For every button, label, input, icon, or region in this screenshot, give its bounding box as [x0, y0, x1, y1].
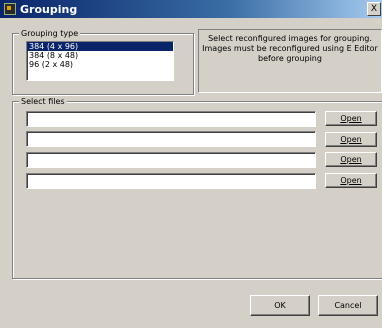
- file-path-field-3[interactable]: [26, 152, 316, 168]
- open-button-3[interactable]: Open: [325, 152, 377, 167]
- app-icon: [4, 3, 16, 15]
- select-files-group: Select files: [12, 96, 382, 279]
- file-path-field-1[interactable]: [26, 111, 316, 127]
- grouping-type-list[interactable]: 384 (4 x 96) 384 (8 x 48) 96 (2 x 48): [26, 41, 174, 81]
- file-path-field-2[interactable]: [26, 131, 316, 147]
- cancel-button[interactable]: Cancel: [318, 295, 378, 316]
- title-bar[interactable]: Grouping X: [0, 0, 382, 18]
- open-button-4[interactable]: Open: [325, 173, 377, 188]
- info-text-line2: Images must be reconfigured using E Edit…: [202, 44, 378, 53]
- file-path-field-4[interactable]: [26, 173, 316, 189]
- list-item[interactable]: 384 (4 x 96): [27, 42, 173, 51]
- ok-button[interactable]: OK: [250, 295, 310, 316]
- grouping-type-legend: Grouping type: [19, 28, 81, 39]
- open-button-2[interactable]: Open: [325, 132, 377, 147]
- info-text-line3: before grouping: [258, 54, 322, 63]
- list-item[interactable]: 384 (8 x 48): [27, 51, 173, 60]
- select-files-legend: Select files: [19, 96, 67, 107]
- window-title: Grouping: [20, 2, 78, 16]
- info-text-line1: Select reconfigured images for grouping.: [208, 34, 372, 43]
- grouping-type-group: Grouping type 384 (4 x 96) 384 (8 x 48) …: [12, 28, 194, 95]
- close-button[interactable]: X: [367, 2, 381, 16]
- list-item[interactable]: 96 (2 x 48): [27, 60, 173, 69]
- info-panel: Select reconfigured images for grouping.…: [198, 29, 382, 93]
- open-button-1[interactable]: Open: [325, 111, 377, 126]
